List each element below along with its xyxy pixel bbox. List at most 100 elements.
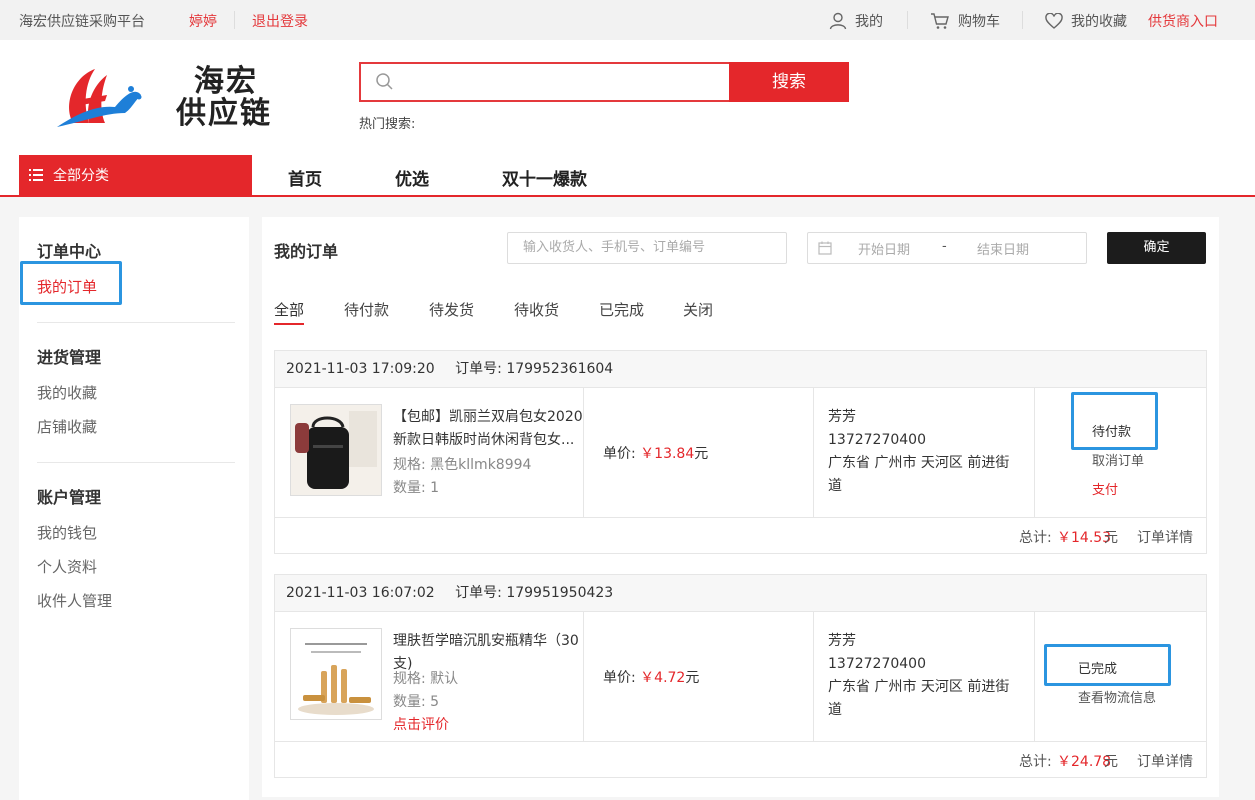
site-name: 海宏供应链采购平台: [19, 14, 145, 30]
product-qty: 数量: 5: [393, 694, 440, 710]
total-suffix: 元: [1104, 754, 1118, 770]
active-tab-indicator: [274, 323, 304, 325]
order-header: 2021-11-03 16:07:02 订单号: 179951950423: [275, 575, 1206, 612]
order-datetime: 2021-11-03 17:09:20: [286, 361, 435, 377]
search-input[interactable]: [401, 70, 721, 94]
product-image[interactable]: [290, 628, 382, 720]
backpack-image: [291, 405, 381, 495]
divider: [37, 322, 235, 323]
all-categories-button[interactable]: 全部分类: [19, 155, 252, 195]
sidebar-item-wallet[interactable]: 我的钱包: [37, 522, 97, 543]
tab-completed[interactable]: 已完成: [599, 299, 644, 320]
order-number: 订单号: 179952361604: [455, 361, 614, 377]
product-spec: 规格: 黑色kllmk8994: [393, 457, 532, 473]
review-link[interactable]: 点击评价: [393, 714, 449, 734]
end-date-input[interactable]: 结束日期: [977, 239, 1029, 258]
sidebar-section-title: 账户管理: [37, 488, 102, 507]
order-card: 2021-11-03 16:07:02 订单号: 179951950423 理肤…: [274, 574, 1207, 778]
sidebar-section-title: 订单中心: [37, 242, 102, 261]
product-image[interactable]: [290, 404, 382, 496]
tab-pending-payment[interactable]: 待付款: [344, 299, 389, 320]
divider: [37, 462, 235, 463]
tab-pending-shipment[interactable]: 待发货: [429, 299, 474, 320]
product-name-link[interactable]: 【包邮】凯丽兰双肩包女2020新款日韩版时尚休闲背包女...: [393, 406, 583, 452]
logo-line-1: 海宏: [194, 64, 258, 99]
search-button[interactable]: 搜索: [729, 62, 849, 102]
order-header: 2021-11-03 17:09:20 订单号: 179952361604: [275, 351, 1206, 388]
user-icon: [829, 12, 847, 30]
search-icon: [376, 73, 393, 90]
list-icon: [29, 169, 43, 181]
product-spec: 规格: 默认: [393, 671, 459, 687]
unit-price-value: ￥13.84: [640, 446, 695, 462]
search-box: [359, 62, 729, 102]
date-separator: -: [942, 239, 947, 254]
order-datetime: 2021-11-03 16:07:02: [286, 585, 435, 601]
main-nav: 全部分类 首页 优选 双十一爆款: [0, 155, 1255, 197]
divider: [907, 11, 908, 29]
favorites-label: 我的收藏: [1071, 14, 1127, 30]
sidebar-item-favorites[interactable]: 我的收藏: [37, 382, 97, 403]
unit-price-label: 单价:: [603, 670, 636, 686]
order-status: 已完成: [1078, 662, 1118, 677]
all-categories-label: 全部分类: [53, 168, 109, 184]
sidebar-item-recipients[interactable]: 收件人管理: [37, 590, 112, 611]
logo-text: 海宏 供应链: [176, 66, 272, 130]
receiver-name: 芳芳: [828, 409, 856, 425]
unit-price-value: ￥4.72: [640, 670, 686, 686]
total-suffix: 元: [1104, 530, 1118, 546]
mine-link[interactable]: 我的: [829, 11, 883, 31]
order-detail-link[interactable]: 订单详情: [1137, 527, 1193, 547]
order-status: 待付款: [1092, 425, 1132, 440]
nav-double-eleven[interactable]: 双十一爆款: [502, 165, 587, 190]
date-range-picker[interactable]: 开始日期 - 结束日期: [807, 232, 1087, 264]
favorites-link[interactable]: 我的收藏: [1045, 11, 1127, 31]
view-logistics-link[interactable]: 查看物流信息: [1078, 687, 1156, 706]
start-date-input[interactable]: 开始日期: [858, 239, 910, 258]
heart-icon: [1045, 13, 1063, 29]
unit-price: 单价: ￥4.72元: [603, 667, 699, 687]
sidebar-item-profile[interactable]: 个人资料: [37, 556, 97, 577]
highlight-box: [20, 261, 122, 305]
divider: [1022, 11, 1023, 29]
order-card: 2021-11-03 17:09:20 订单号: 179952361604 【包…: [274, 350, 1207, 554]
sidebar-item-shop-favorites[interactable]: 店铺收藏: [37, 416, 97, 437]
sidebar-section-title: 进货管理: [37, 348, 102, 367]
nav-home[interactable]: 首页: [288, 165, 322, 190]
unit-price-suffix: 元: [685, 670, 700, 686]
logo-line-2: 供应链: [176, 96, 272, 131]
nav-featured[interactable]: 优选: [395, 165, 429, 190]
receiver-phone: 13727270400: [828, 432, 926, 448]
pay-link[interactable]: 支付: [1092, 479, 1118, 498]
receiver-phone: 13727270400: [828, 656, 926, 672]
tab-all[interactable]: 全部: [274, 299, 304, 320]
tab-closed[interactable]: 关闭: [683, 299, 713, 320]
orders-panel: 我的订单 输入收货人、手机号、订单编号 开始日期 - 结束日期 确定 全部 待付…: [262, 217, 1219, 800]
unit-price: 单价: ￥13.84元: [603, 443, 708, 463]
order-detail-link[interactable]: 订单详情: [1137, 751, 1193, 771]
order-footer: 总计: ￥14.53 元 订单详情: [275, 517, 1206, 554]
unit-price-suffix: 元: [694, 446, 709, 462]
mine-label: 我的: [855, 14, 883, 30]
tab-pending-receipt[interactable]: 待收货: [514, 299, 559, 320]
logout-link[interactable]: 退出登录: [252, 11, 308, 31]
total-label: 总计:: [1019, 530, 1052, 546]
receiver-info: 芳芳 13727270400 广东省 广州市 天河区 前进街道: [828, 406, 1018, 498]
confirm-button[interactable]: 确定: [1107, 232, 1206, 264]
cart-link[interactable]: 购物车: [930, 11, 1000, 31]
header: 海宏 供应链 搜索 热门搜索:: [0, 40, 1255, 155]
total-value: ￥24.78: [1057, 754, 1112, 770]
sidebar: 订单中心 我的订单 进货管理 我的收藏 店铺收藏 账户管理 我的钱包 个人资料 …: [19, 217, 249, 800]
cart-icon: [931, 13, 949, 29]
total-label: 总计:: [1019, 754, 1052, 770]
order-body: 【包邮】凯丽兰双肩包女2020新款日韩版时尚休闲背包女... 规格: 黑色kll…: [275, 388, 1206, 517]
supplier-entry-link[interactable]: 供货商入口: [1148, 11, 1218, 31]
order-body: 理肤哲学暗沉肌安瓶精华（30支) 规格: 默认 数量: 5 点击评价 单价: ￥…: [275, 612, 1206, 741]
cancel-order-link[interactable]: 取消订单: [1092, 450, 1144, 469]
order-footer: 总计: ￥24.78 元 订单详情: [275, 741, 1206, 778]
receiver-info: 芳芳 13727270400 广东省 广州市 天河区 前进街道: [828, 630, 1018, 722]
product-qty: 数量: 1: [393, 480, 440, 496]
order-search-input[interactable]: 输入收货人、手机号、订单编号: [507, 232, 787, 264]
username-link[interactable]: 婷婷: [189, 11, 217, 31]
unit-price-label: 单价:: [603, 446, 636, 462]
